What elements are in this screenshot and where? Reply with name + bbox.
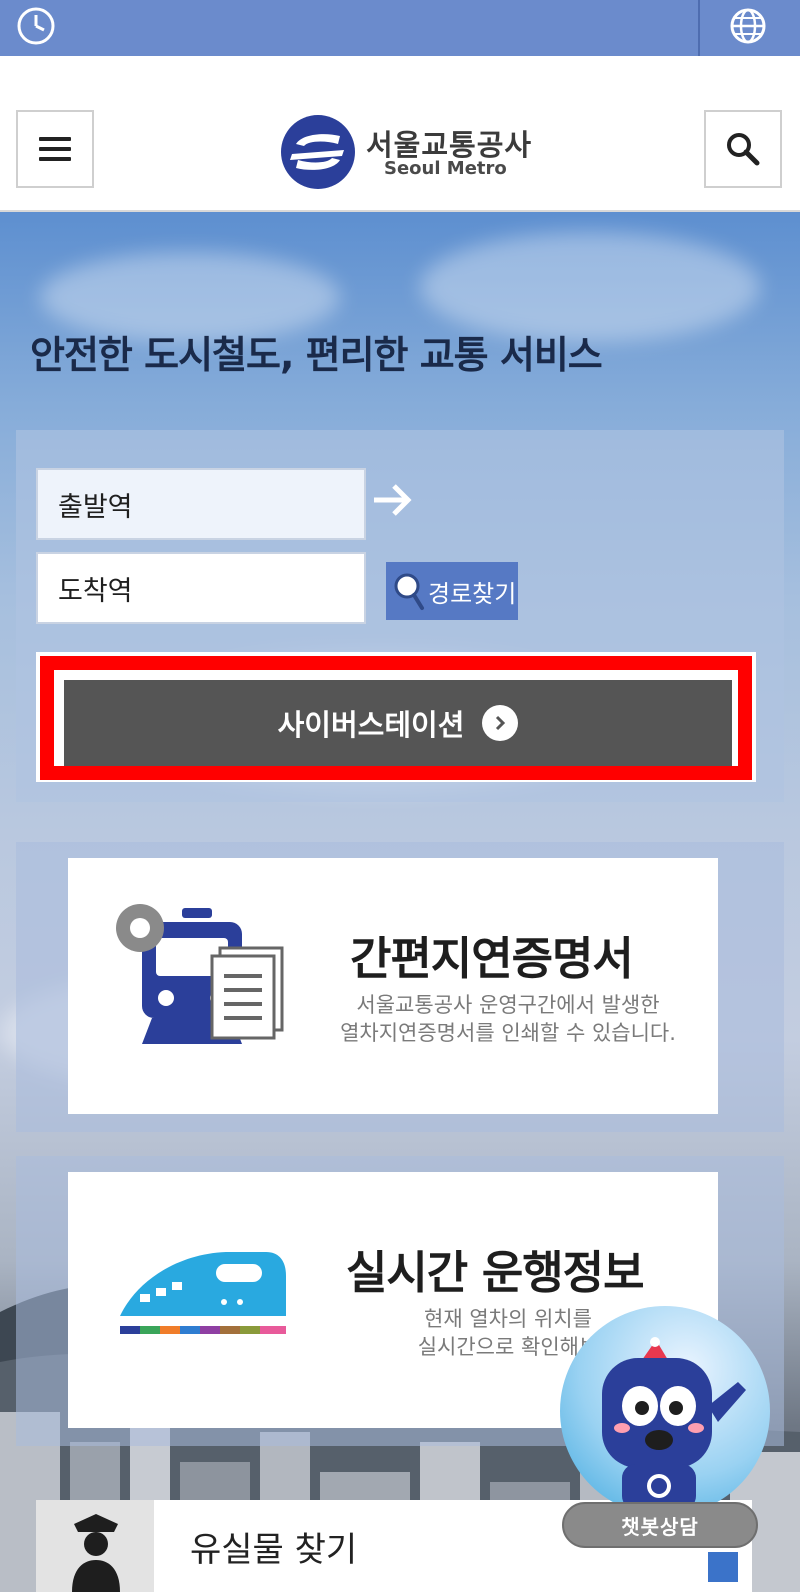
arrival-station-input[interactable]: 도착역 <box>36 552 366 624</box>
card-desc-line1: 서울교통공사 운영구간에서 발생한 <box>356 993 660 1017</box>
lost-and-found-label: 유실물 찾기 <box>190 1530 358 1570</box>
magnifier-icon <box>394 573 424 610</box>
chatbot-label: 챗봇상담 <box>562 1502 758 1548</box>
card-title: 간편지연증명서 <box>350 932 634 985</box>
arrow-right-icon <box>374 484 412 516</box>
cyber-station-button[interactable]: 사이버스테이션 <box>64 680 732 766</box>
search-icon <box>727 133 760 166</box>
menu-button[interactable] <box>16 110 94 188</box>
chatbot-mascot-icon <box>602 1337 746 1510</box>
seoul-metro-logo[interactable]: 서울교통공사 Seoul Metro <box>280 114 540 190</box>
officer-icon-box <box>36 1500 154 1592</box>
bullet-train-icon <box>120 1252 286 1334</box>
card-desc-line2: 열차지연증명서를 인쇄할 수 있습니다. <box>340 1021 676 1045</box>
globe-icon[interactable] <box>728 6 768 46</box>
top-utility-bar <box>0 0 800 56</box>
topbar-divider <box>698 0 700 56</box>
card-title: 실시간 운행정보 <box>346 1246 644 1299</box>
cyber-station-label: 사이버스테이션 <box>277 708 465 742</box>
departure-station-input[interactable]: 출발역 <box>36 468 366 540</box>
station-officer-icon <box>72 1514 120 1592</box>
chevron-right-icon <box>482 705 519 741</box>
chatbot-button[interactable]: 챗봇상담 <box>560 1306 770 1564</box>
find-route-label: 경로찾기 <box>428 579 517 608</box>
delay-certificate-card[interactable]: 간편지연증명서 서울교통공사 운영구간에서 발생한 열차지연증명서를 인쇄할 수… <box>68 858 718 1114</box>
seoul-metro-logo-mark-icon <box>281 115 355 189</box>
hamburger-menu-icon <box>39 131 71 167</box>
site-header: 서울교통공사 Seoul Metro <box>0 56 800 212</box>
find-route-button[interactable]: 경로찾기 <box>386 562 518 620</box>
logo-english-text: Seoul Metro <box>384 158 507 179</box>
search-button[interactable] <box>704 110 782 188</box>
hero-tagline: 안전한 도시철도, 편리한 교통 서비스 <box>30 333 603 377</box>
clock-icon[interactable] <box>16 6 56 46</box>
train-document-icon <box>116 904 284 1044</box>
